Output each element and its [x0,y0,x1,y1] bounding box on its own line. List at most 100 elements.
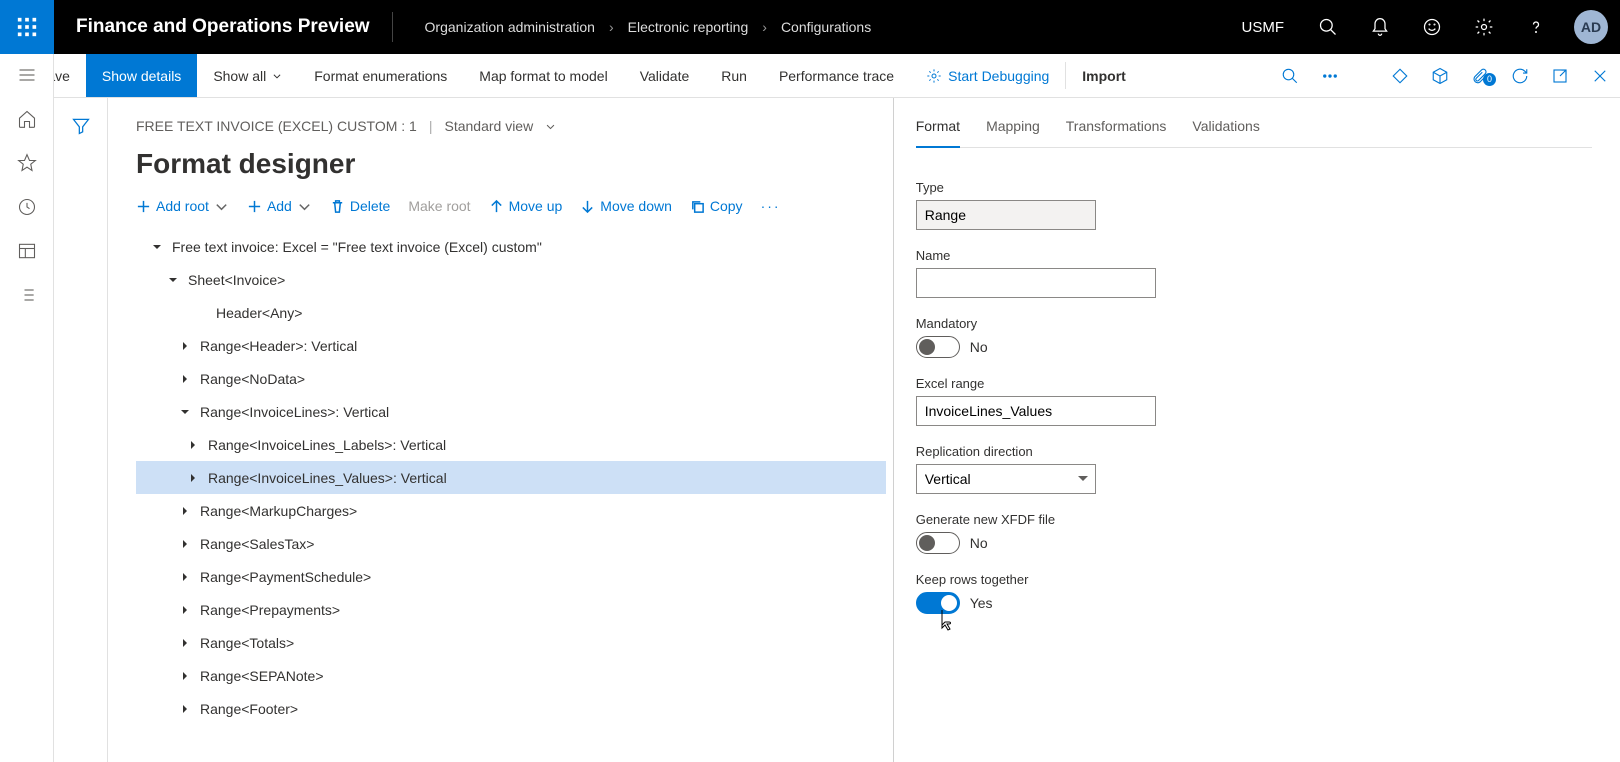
breadcrumb-item[interactable]: Configurations [781,19,871,35]
tree-row[interactable]: Free text invoice: Excel = "Free text in… [136,230,886,263]
format-enumerations-button[interactable]: Format enumerations [298,54,463,97]
workspace-icon[interactable] [16,240,38,262]
search-icon[interactable] [1302,0,1354,54]
import-button[interactable]: Import [1066,54,1142,97]
expand-icon[interactable] [150,240,164,254]
tab-transformations[interactable]: Transformations [1066,118,1167,147]
add-root-button[interactable]: Add root [136,198,229,214]
tree-row[interactable]: Range<Totals> [136,626,886,659]
popout-icon[interactable] [1540,67,1580,85]
expand-icon[interactable] [178,702,192,716]
copy-button[interactable]: Copy [690,198,743,214]
move-up-button[interactable]: Move up [489,198,563,214]
tabs: Format Mapping Transformations Validatio… [916,98,1592,148]
tree-row[interactable]: Range<Header>: Vertical [136,329,886,362]
module-icon[interactable] [16,284,38,306]
keep-rows-value: Yes [970,595,993,611]
tree-row[interactable]: Range<Footer> [136,692,886,725]
view-selector[interactable]: Standard view [444,118,533,134]
bell-icon[interactable] [1354,0,1406,54]
make-root-button: Make root [408,198,470,214]
tab-validations[interactable]: Validations [1192,118,1259,147]
help-icon[interactable] [1510,0,1562,54]
keep-rows-label: Keep rows together [916,572,1196,587]
waffle-icon[interactable] [0,0,54,54]
more-icon[interactable]: ··· [761,198,781,214]
expand-icon[interactable] [178,339,192,353]
tree-row[interactable]: Range<SalesTax> [136,527,886,560]
tree-row[interactable]: Range<SEPANote> [136,659,886,692]
excel-range-label: Excel range [916,376,1196,391]
close-icon[interactable] [1580,67,1620,85]
chevron-down-icon[interactable] [545,121,556,132]
page-title: Format designer [108,140,886,192]
show-all-button[interactable]: Show all [197,54,298,97]
splitter[interactable] [886,98,902,762]
expand-icon[interactable] [166,273,180,287]
keep-rows-toggle[interactable] [916,592,960,614]
replication-select[interactable]: Vertical [916,464,1096,494]
tree-row[interactable]: Sheet<Invoice> [136,263,886,296]
tree-row[interactable]: Range<MarkupCharges> [136,494,886,527]
package-icon[interactable] [1420,67,1460,85]
delete-button[interactable]: Delete [330,198,390,214]
tree-row[interactable]: Header<Any> [136,296,886,329]
refresh-icon[interactable] [1500,67,1540,85]
name-label: Name [916,248,1196,263]
search-action-icon[interactable] [1270,67,1310,85]
breadcrumb-item[interactable]: Organization administration [425,19,595,35]
start-debugging-button[interactable]: Start Debugging [910,54,1065,97]
tree-row[interactable]: Range<Prepayments> [136,593,886,626]
expand-icon[interactable] [178,372,192,386]
company-code[interactable]: USMF [1224,19,1303,36]
replication-label: Replication direction [916,444,1196,459]
excel-range-input[interactable] [916,396,1156,426]
tree-row[interactable]: Range<PaymentSchedule> [136,560,886,593]
expand-icon [194,306,208,320]
expand-icon[interactable] [186,438,200,452]
tab-mapping[interactable]: Mapping [986,118,1040,147]
tree-row[interactable]: Range<InvoiceLines_Labels>: Vertical [136,428,886,461]
smile-icon[interactable] [1406,0,1458,54]
name-input[interactable] [916,268,1156,298]
type-input[interactable] [916,200,1096,230]
breadcrumb-item[interactable]: Electronic reporting [628,19,749,35]
app-title: Finance and Operations Preview [54,16,392,38]
show-details-button[interactable]: Show details [86,54,197,97]
map-format-button[interactable]: Map format to model [463,54,623,97]
avatar[interactable]: AD [1574,10,1608,44]
tab-format[interactable]: Format [916,118,960,148]
run-button[interactable]: Run [705,54,763,97]
home-icon[interactable] [16,108,38,130]
validate-button[interactable]: Validate [624,54,706,97]
add-button[interactable]: Add [247,198,312,214]
attachment-icon[interactable] [1460,67,1500,85]
tree-row[interactable]: Range<NoData> [136,362,886,395]
tree-row-selected[interactable]: Range<InvoiceLines_Values>: Vertical [136,461,886,494]
expand-icon[interactable] [178,636,192,650]
chevron-right-icon: › [609,19,614,35]
performance-trace-button[interactable]: Performance trace [763,54,910,97]
tree-row[interactable]: Range<InvoiceLines>: Vertical [136,395,886,428]
expand-icon[interactable] [178,603,192,617]
gear-icon[interactable] [1458,0,1510,54]
expand-icon[interactable] [178,537,192,551]
more-icon[interactable] [1310,67,1350,85]
expand-icon[interactable] [178,570,192,584]
expand-icon[interactable] [186,471,200,485]
star-icon[interactable] [16,152,38,174]
xfdf-toggle[interactable] [916,532,960,554]
breadcrumb: Organization administration › Electronic… [393,19,904,35]
expand-icon[interactable] [178,504,192,518]
hamburger-icon[interactable] [16,64,38,86]
filter-icon[interactable] [71,116,91,762]
clock-icon[interactable] [16,196,38,218]
diamond-icon[interactable] [1380,67,1420,85]
tree-toolbar: Add root Add Delete Make root Move up Mo… [108,192,886,220]
move-down-button[interactable]: Move down [580,198,672,214]
expand-icon[interactable] [178,669,192,683]
type-label: Type [916,180,1196,195]
mandatory-label: Mandatory [916,316,1196,331]
expand-icon[interactable] [178,405,192,419]
mandatory-toggle[interactable] [916,336,960,358]
